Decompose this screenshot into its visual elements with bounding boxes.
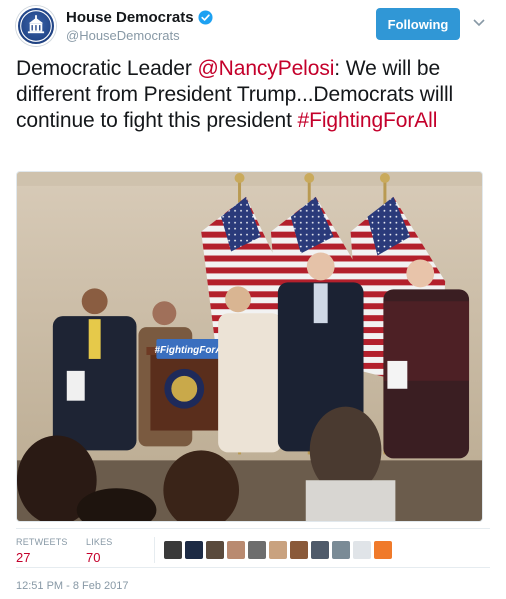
retweets-stat[interactable]: RETWEETS 27 <box>16 537 68 565</box>
liker-avatar-11[interactable] <box>374 541 392 559</box>
liker-avatar-4[interactable] <box>227 541 245 559</box>
liker-avatar-9[interactable] <box>332 541 350 559</box>
mention-link[interactable]: @NancyPelosi <box>197 57 334 80</box>
liker-avatar-5[interactable] <box>248 541 266 559</box>
liker-avatar-2[interactable] <box>185 541 203 559</box>
house-democrats-logo-icon[interactable] <box>16 6 56 46</box>
display-name-text[interactable]: House Democrats <box>66 9 194 26</box>
likes-count: 70 <box>86 550 101 565</box>
retweets-label: RETWEETS <box>16 537 68 547</box>
podium-sign-text: #FightingForAll <box>155 345 229 356</box>
verified-badge-icon <box>198 10 213 25</box>
tweet-header: House Democrats @HouseDemocrats Followin… <box>16 6 490 46</box>
tweet-timestamp[interactable]: 12:51 PM - 8 Feb 2017 <box>16 580 129 592</box>
likers-avatars <box>164 541 392 559</box>
account-handle[interactable]: @HouseDemocrats <box>66 28 213 43</box>
chevron-down-icon[interactable] <box>473 18 485 28</box>
hashtag-link[interactable]: #FightingForAll <box>298 109 438 132</box>
tweet-text-part-1: Democratic Leader <box>16 57 198 80</box>
liker-avatar-8[interactable] <box>311 541 329 559</box>
stats-divider <box>154 537 155 563</box>
account-names: House Democrats @HouseDemocrats <box>66 9 213 43</box>
following-button[interactable]: Following <box>376 8 460 40</box>
liker-avatar-3[interactable] <box>206 541 224 559</box>
liker-avatar-10[interactable] <box>353 541 371 559</box>
liker-avatar-6[interactable] <box>269 541 287 559</box>
tweet-stats: RETWEETS 27 LIKES 70 <box>16 528 490 568</box>
tweet-photo[interactable]: #FightingForAll <box>16 171 483 522</box>
likes-stat[interactable]: LIKES 70 <box>86 537 113 565</box>
account-display-name[interactable]: House Democrats <box>66 9 213 26</box>
retweets-count: 27 <box>16 550 31 565</box>
likes-label: LIKES <box>86 537 113 547</box>
liker-avatar-1[interactable] <box>164 541 182 559</box>
tweet-text: Democratic Leader @NancyPelosi: We will … <box>16 56 490 134</box>
liker-avatar-7[interactable] <box>290 541 308 559</box>
